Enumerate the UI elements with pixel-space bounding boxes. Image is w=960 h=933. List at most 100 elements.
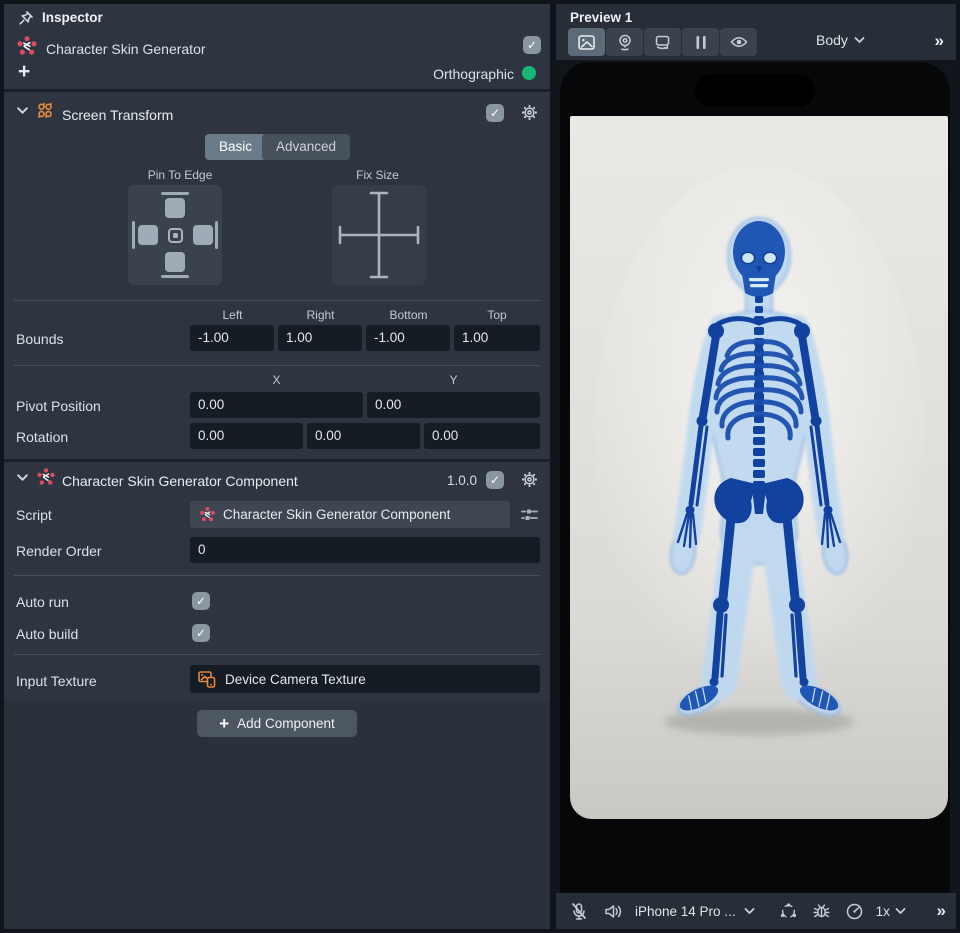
- image-icon: [578, 35, 595, 50]
- webcam-mode-button[interactable]: [606, 28, 643, 56]
- rotation-y-input[interactable]: 0.00: [307, 423, 420, 449]
- script-picker[interactable]: Character Skin Generator Component: [190, 501, 510, 528]
- divider: [14, 300, 540, 301]
- tab-advanced[interactable]: Advanced: [262, 134, 350, 160]
- bounds-top-input[interactable]: 1.00: [454, 325, 540, 351]
- fix-size-widget[interactable]: [332, 185, 426, 285]
- screen-transform-enabled-checkbox[interactable]: ✓: [486, 104, 504, 122]
- render-order-input[interactable]: 0: [190, 537, 540, 563]
- input-texture-picker[interactable]: Device Camera Texture: [190, 665, 540, 693]
- bounds-col-bottom: Bottom: [366, 308, 451, 322]
- dynamic-island: [695, 74, 815, 107]
- auto-run-label: Auto run: [16, 594, 69, 610]
- object-enabled-checkbox[interactable]: ✓: [523, 36, 541, 54]
- pin-right-button[interactable]: [193, 225, 213, 245]
- orthographic-status-dot[interactable]: [522, 66, 536, 80]
- preview-title: Preview 1: [570, 10, 632, 25]
- screen-transform-icon: [36, 101, 54, 119]
- pause-icon: [695, 35, 707, 50]
- performance-gauge-icon[interactable]: [845, 902, 864, 921]
- pivot-y-input[interactable]: 0.00: [367, 392, 540, 418]
- bounds-col-left: Left: [190, 308, 275, 322]
- pause-button[interactable]: [682, 28, 719, 56]
- eye-icon: [730, 35, 748, 49]
- chevron-down-icon: [744, 907, 755, 915]
- pin-bottom-button[interactable]: [165, 252, 185, 272]
- pin-edge-right-line: [215, 221, 218, 249]
- pin-center-dot: [173, 233, 178, 238]
- rotation-label: Rotation: [16, 429, 68, 445]
- script-options-icon[interactable]: [521, 507, 538, 522]
- pivot-position-label: Pivot Position: [16, 398, 101, 414]
- connected-lens-icon[interactable]: [779, 902, 798, 921]
- panel-title: Inspector: [42, 10, 103, 25]
- divider: [4, 89, 550, 92]
- device-camera-texture-icon: [198, 670, 217, 688]
- pin-to-edge-widget[interactable]: [128, 185, 222, 285]
- rotation-z-input[interactable]: 0.00: [424, 423, 540, 449]
- chevron-down-icon: [854, 36, 865, 44]
- interactive-mode-button[interactable]: [644, 28, 681, 56]
- pivot-x-input[interactable]: 0.00: [190, 392, 363, 418]
- bottom-bar-expand-icon[interactable]: »: [937, 901, 944, 921]
- component-icon: [36, 467, 56, 487]
- script-asset-icon: [199, 506, 216, 523]
- component-collapse-icon[interactable]: [16, 471, 29, 484]
- bounds-right-input[interactable]: 1.00: [278, 325, 362, 351]
- visibility-button[interactable]: [720, 28, 757, 56]
- phone-screen[interactable]: [570, 116, 948, 819]
- zoom-select-dropdown[interactable]: 1x: [876, 904, 906, 919]
- pin-center-button[interactable]: [168, 228, 183, 243]
- plus-icon: +: [219, 715, 229, 732]
- speaker-icon[interactable]: [604, 903, 623, 920]
- script-label: Script: [16, 507, 52, 523]
- tab-basic[interactable]: Basic: [205, 134, 266, 160]
- zoom-select-value: 1x: [876, 904, 890, 919]
- pin-top-button[interactable]: [165, 198, 185, 218]
- chevron-down-icon: [895, 907, 906, 915]
- bounds-bottom-input[interactable]: -1.00: [366, 325, 450, 351]
- component-title: Character Skin Generator Component: [62, 473, 298, 489]
- device-select-dropdown[interactable]: iPhone 14 Pro ...: [635, 904, 755, 919]
- pin-to-edge-label: Pin To Edge: [125, 168, 235, 182]
- divider: [4, 459, 550, 462]
- add-component-label: Add Component: [237, 716, 335, 731]
- inspector-panel: Inspector Character Skin Generator ✓ + O…: [4, 4, 550, 929]
- input-texture-value: Device Camera Texture: [225, 672, 366, 687]
- auto-run-checkbox[interactable]: ✓: [192, 592, 210, 610]
- screen-transform-collapse-icon[interactable]: [16, 104, 29, 117]
- add-component-button[interactable]: + Add Component: [197, 710, 357, 737]
- pin-icon[interactable]: [18, 10, 34, 26]
- device-select-value: iPhone 14 Pro ...: [635, 904, 736, 919]
- camera-select-dropdown[interactable]: Body: [816, 32, 865, 48]
- bounds-left-input[interactable]: -1.00: [190, 325, 274, 351]
- pivot-col-x: X: [190, 373, 363, 387]
- preview-bottom-bar: iPhone 14 Pro ...: [556, 893, 956, 929]
- script-value: Character Skin Generator Component: [223, 507, 450, 522]
- phone-mockup: [560, 62, 950, 893]
- component-gear-icon[interactable]: [520, 470, 539, 489]
- character-skin-generator-icon: [16, 35, 38, 57]
- divider: [14, 654, 540, 655]
- bounds-label: Bounds: [16, 331, 63, 347]
- component-enabled-checkbox[interactable]: ✓: [486, 471, 504, 489]
- fix-size-label: Fix Size: [330, 168, 425, 182]
- add-object-icon[interactable]: +: [18, 60, 30, 84]
- debug-bug-icon[interactable]: [812, 902, 831, 920]
- inspector-footer: + Add Component: [4, 701, 550, 929]
- image-mode-button[interactable]: [568, 28, 605, 56]
- divider: [14, 575, 540, 576]
- pin-edge-left-line: [132, 221, 135, 249]
- rotation-x-input[interactable]: 0.00: [190, 423, 303, 449]
- rotate-preview-icon: [654, 34, 671, 51]
- pivot-col-y: Y: [367, 373, 540, 387]
- screen-transform-gear-icon[interactable]: [520, 103, 539, 122]
- xray-skeleton-image: [570, 116, 948, 819]
- microphone-muted-icon[interactable]: [570, 902, 588, 921]
- auto-build-checkbox[interactable]: ✓: [192, 624, 210, 642]
- toolbar-expand-icon[interactable]: »: [935, 31, 942, 51]
- pin-left-button[interactable]: [138, 225, 158, 245]
- object-name: Character Skin Generator: [46, 41, 206, 57]
- camera-select-value: Body: [816, 32, 848, 48]
- preview-viewport[interactable]: [556, 60, 956, 893]
